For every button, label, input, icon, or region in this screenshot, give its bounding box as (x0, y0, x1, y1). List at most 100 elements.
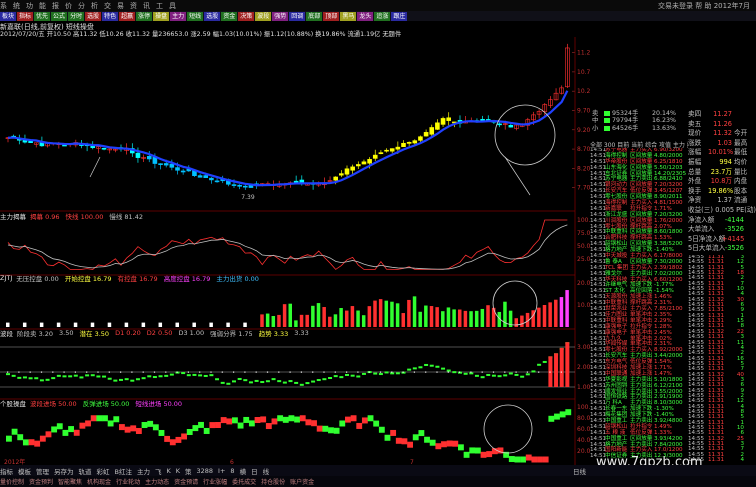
bottom-tab[interactable]: 另存为 (54, 466, 74, 476)
bottom-tab-2[interactable]: 资金预判 (29, 477, 53, 486)
quote-label: 振幅 (688, 157, 702, 166)
menu-item[interactable]: 价 (65, 1, 72, 11)
bottom-tab-2[interactable]: 机构现金 (87, 477, 111, 486)
operation-block (350, 415, 357, 422)
toolbar-button[interactable]: 公式 (51, 11, 68, 21)
bottom-tab-2[interactable]: 账户资金 (290, 477, 314, 486)
bottom-tab[interactable]: 彩虹 (97, 466, 110, 476)
toolbar-button[interactable]: 优先 (34, 11, 51, 21)
menu-item[interactable]: 功 (26, 1, 33, 11)
toolbar-button[interactable]: 超赢 (119, 11, 136, 21)
toolbar-button[interactable]: 强势 (272, 11, 289, 21)
toolbar-button[interactable]: 跟庄 (391, 11, 408, 21)
operation-block (271, 418, 278, 425)
bottom-tab-2[interactable]: 资金预请 (174, 477, 198, 486)
control-bar (316, 303, 321, 327)
control-bar (537, 307, 541, 327)
dot (447, 371, 449, 373)
bottom-tab[interactable]: K (166, 467, 170, 475)
dot (176, 371, 178, 373)
candle (367, 159, 372, 164)
toolbar-button[interactable]: 龙头 (357, 11, 374, 21)
menu-item[interactable]: 交 (104, 1, 111, 11)
toolbar-button[interactable]: 指标 (17, 11, 34, 21)
menu-item[interactable]: 资 (130, 1, 137, 11)
toolbar-button[interactable]: 主力 (170, 11, 187, 21)
toolbar-button[interactable]: 决策 (238, 11, 255, 21)
bottom-tab-2[interactable]: 委托成交 (232, 477, 256, 486)
menu-item[interactable]: 统 (13, 1, 20, 11)
menu-item[interactable]: 具 (169, 1, 176, 11)
toolbar-button[interactable]: 回调 (289, 11, 306, 21)
menu-item[interactable]: 讯 (143, 1, 150, 11)
toolbar-button[interactable]: 黑马 (340, 11, 357, 21)
quote-label: 总量 (688, 167, 702, 176)
bottom-tab[interactable]: B红注 (115, 466, 132, 476)
bottom-tab-2[interactable]: 量价控制 (0, 477, 24, 486)
bottom-tab[interactable]: 策 (185, 466, 192, 476)
toolbar-button[interactable]: 涨停 (136, 11, 153, 21)
menu-item[interactable]: 析 (91, 1, 98, 11)
bottom-tab[interactable]: 模板 (18, 466, 31, 476)
control-bar (90, 322, 95, 327)
toolbar-button[interactable]: 板块 (0, 11, 17, 21)
panel-value: 慢线 81.42 (109, 213, 144, 220)
candle (203, 175, 209, 179)
menu-item[interactable]: 分 (78, 1, 85, 11)
toolbar-button[interactable]: 追涨 (374, 11, 391, 21)
bottom-tab[interactable]: 指标 (0, 466, 13, 476)
bottom-tab-2[interactable]: 行业涨幅 (203, 477, 227, 486)
trend-mark (68, 375, 73, 378)
dot (233, 371, 235, 373)
candle (435, 122, 440, 130)
menu-item[interactable]: 能 (39, 1, 46, 11)
bottom-tab[interactable]: 横 (240, 466, 247, 476)
toolbar-button[interactable]: 底部 (306, 11, 323, 21)
menu-item[interactable]: 系 (0, 1, 7, 11)
trend-mark (28, 377, 33, 380)
toolbar-button[interactable]: 波段 (255, 11, 272, 21)
panel-value: 揭幕 0.96 (30, 213, 60, 220)
toolbar-button[interactable]: 特色 (102, 11, 119, 21)
trend-mark (271, 378, 276, 381)
bottom-tab[interactable]: I+ (218, 467, 225, 475)
panel-axis-label: 75.00 (577, 230, 590, 237)
menu-item[interactable]: 易 (117, 1, 124, 11)
toolbar-button[interactable]: 顶部 (323, 11, 340, 21)
bottom-tab-2[interactable]: 持仓股份 (261, 477, 285, 486)
bottom-tab[interactable]: 轨道 (79, 466, 92, 476)
bottom-tab[interactable]: 飞 (155, 466, 162, 476)
dot (312, 371, 314, 373)
bottom-tab-2[interactable]: 智能聚焦 (58, 477, 82, 486)
trend-mark (361, 372, 366, 375)
panel-3: 3.00 2.00 1.00 (0, 342, 590, 400)
control-bar (384, 300, 389, 327)
operation-block (282, 416, 289, 423)
bottom-tab[interactable]: 8 (230, 467, 234, 475)
candle (401, 142, 406, 147)
toolbar-button[interactable]: 选股 (204, 11, 221, 21)
menu-item[interactable]: 工 (156, 1, 163, 11)
bottom-tab[interactable]: 主力 (137, 466, 150, 476)
quote-label: 净流入额 (688, 215, 715, 224)
bottom-tab[interactable]: 日 (251, 466, 258, 476)
toolbar-button[interactable]: 操盘 (153, 11, 170, 21)
toolbar-button[interactable]: 选股 (85, 11, 102, 21)
dot (323, 371, 325, 373)
toolbar-button[interactable]: 短线 (187, 11, 204, 21)
bottom-tab-2[interactable]: 主力动态 (145, 477, 169, 486)
trend-mark (198, 374, 203, 377)
bottom-tab[interactable]: 线 (263, 466, 270, 476)
bottom-tab-2[interactable]: 行业轮动 (116, 477, 140, 486)
toolbar-button[interactable]: 分时 (68, 11, 85, 21)
price-axis-label: 7.70 (577, 185, 590, 192)
toolbar-button[interactable]: 资金 (221, 11, 238, 21)
volume-value: 79794手 (612, 117, 639, 125)
bottom-tab[interactable]: K (176, 467, 180, 475)
operation-block (356, 422, 363, 429)
news-tabs[interactable]: 全部 300 目前 当前 综合 攻值 主力 扩大 (590, 140, 688, 149)
bottom-tab[interactable]: 3288 (197, 467, 214, 475)
menu-item[interactable]: 报 (52, 1, 59, 11)
panel-value: 主力出货 0.00 (216, 275, 259, 282)
bottom-tab[interactable]: 管理 (36, 466, 49, 476)
